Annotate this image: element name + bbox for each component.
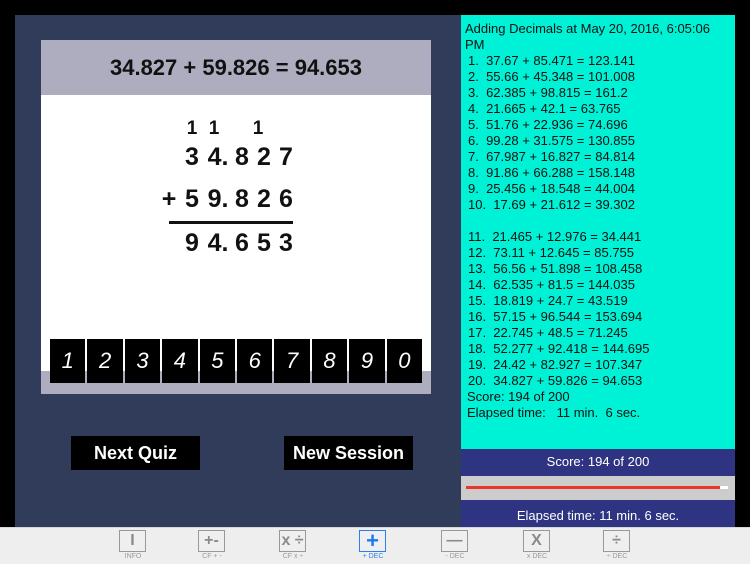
tab-label: CF x ÷ [282,553,304,560]
minus-icon: — [441,530,468,552]
plus-icon: + [359,528,386,553]
result-item: 6. 99.28 + 31.575 = 130.855 [468,133,635,148]
digit: 2 [257,143,271,171]
results-score: Score: 194 of 200 [467,389,570,404]
equation-header: 34.827 + 59.826 = 94.653 [109,54,362,80]
digit: 3 [185,143,199,171]
carry-digit: 1 [186,118,198,139]
next-quiz-button[interactable]: Next Quiz [71,436,200,470]
tab-label: INFO [124,553,142,560]
key-6[interactable]: 6 [237,339,273,383]
work-area: 1 1 1 3 4. 8 2 7 + 5 9. 8 2 6 9 4. 6 5 3 [41,95,431,371]
quiz-panel: 34.827 + 59.826 = 94.653 1 1 1 3 4. 8 2 … [41,40,431,394]
result-item: 15. 18.819 + 24.7 = 43.519 [468,293,628,308]
digit: 9. [207,185,229,213]
key-0[interactable]: 0 [386,339,423,383]
status-panel: Score: 194 of 200 Elapsed time: 11 min. … [461,449,735,527]
digit: 6 [279,185,293,213]
result-item: 2. 55.66 + 45.348 = 101.008 [468,69,635,84]
key-2[interactable]: 2 [87,339,123,383]
result-item: 17. 22.745 + 48.5 = 71.245 [468,325,628,340]
result-item: 1. 37.67 + 85.471 = 123.141 [468,53,635,68]
key-3[interactable]: 3 [124,339,161,383]
number-keypad: 1 2 3 4 5 6 7 8 9 0 [50,339,423,383]
digit: 8 [235,143,249,171]
multiply-icon: X [523,530,550,552]
key-8[interactable]: 8 [311,339,348,383]
digit: 5 [185,185,199,213]
result-item: 5. 51.76 + 22.936 = 74.696 [468,117,628,132]
digit: 5 [257,229,271,257]
multiply-divide-icon: x ÷ [279,530,306,552]
results-elapsed: Elapsed time: 11 min. 6 sec. [467,405,641,420]
key-1[interactable]: 1 [50,339,86,383]
result-item: 4. 21.665 + 42.1 = 63.765 [468,101,621,116]
tab-info[interactable]: I INFO [103,528,163,564]
digit: 6 [235,229,249,257]
result-item: 3. 62.385 + 98.815 = 161.2 [468,85,628,100]
tab-label: + DEC [362,553,384,560]
tab-bar: I INFO +- CF + - x ÷ CF x ÷ + + DEC — - DEC Xx DEC… [0,527,750,564]
tab-cf[interactable]: +- CF + - [182,528,242,564]
result-item: 11. 21.465 + 12.976 = 34.441 [468,229,642,244]
result-item: 13. 56.56 + 51.898 = 108.458 [468,261,643,276]
digit: 4. [207,229,229,257]
key-9[interactable]: 9 [349,339,385,383]
result-item: 9. 25.456 + 18.548 = 44.004 [468,181,635,196]
result-item: 14. 62.535 + 81.5 = 144.035 [468,277,635,292]
digit: 2 [257,185,271,213]
result-item: 8. 91.86 + 66.288 = 158.148 [468,165,635,180]
tab-dec[interactable]: + + DEC [343,528,403,564]
tab-label: CF + - [202,553,222,560]
progress-fill [466,486,721,489]
elapsed-time-label: Elapsed time: 11 min. 6 sec. [516,507,680,523]
plus-sign: + [161,185,177,213]
info-icon: I [119,530,146,552]
tab-label: ÷ DEC [606,553,628,560]
sum-line [169,221,293,224]
results-panel: Adding Decimals at May 20, 2016, 6:05:06… [461,15,735,449]
result-item: 7. 67.987 + 16.827 = 84.814 [468,149,635,164]
results-list-1-10: 1. 37.67 + 85.471 = 123.141 2. 55.66 + 45… [461,53,735,213]
result-item: 16. 57.15 + 96.544 = 153.694 [468,309,643,324]
digit: 9 [185,229,199,257]
carry-digit: 1 [252,118,264,139]
key-4[interactable]: 4 [162,339,198,383]
score-label: Score: 194 of 200 [546,454,650,469]
tab-label: x DEC [526,553,548,560]
divide-icon: ÷ [603,530,630,552]
result-item: 20. 34.827 + 59.826 = 94.653 [468,373,643,388]
progress-bar [461,476,735,500]
new-session-button[interactable]: New Session [284,436,413,470]
result-item: 12. 73.11 + 12.645 = 85.755 [468,245,635,260]
tab-dec[interactable]: — - DEC [425,528,485,564]
tab-label: - DEC [445,553,465,560]
carry-digit: 1 [208,118,220,139]
result-item: 18. 52.277 + 92.418 = 144.695 [468,341,650,356]
digit: 8 [235,185,249,213]
tab-cf-x[interactable]: x ÷ CF x ÷ [263,528,323,564]
results-list-11-20: 11. 21.465 + 12.976 = 34.441 12. 73.11 + … [461,229,735,389]
digit: 4. [207,143,229,171]
result-item: 10. 17.69 + 21.612 = 39.302 [468,197,635,212]
plus-minus-icon: +- [198,530,225,552]
tab-dec[interactable]: ÷ ÷ DEC [587,528,647,564]
digit: 3 [279,229,293,257]
results-title: Adding Decimals at May 20, 2016, 6:05:06… [465,21,710,52]
result-item: 19. 24.42 + 82.927 = 107.347 [468,357,643,372]
key-5[interactable]: 5 [199,339,236,383]
tab-x-dec[interactable]: Xx DEC [507,528,567,564]
digit: 7 [279,143,293,171]
key-7[interactable]: 7 [274,339,310,383]
